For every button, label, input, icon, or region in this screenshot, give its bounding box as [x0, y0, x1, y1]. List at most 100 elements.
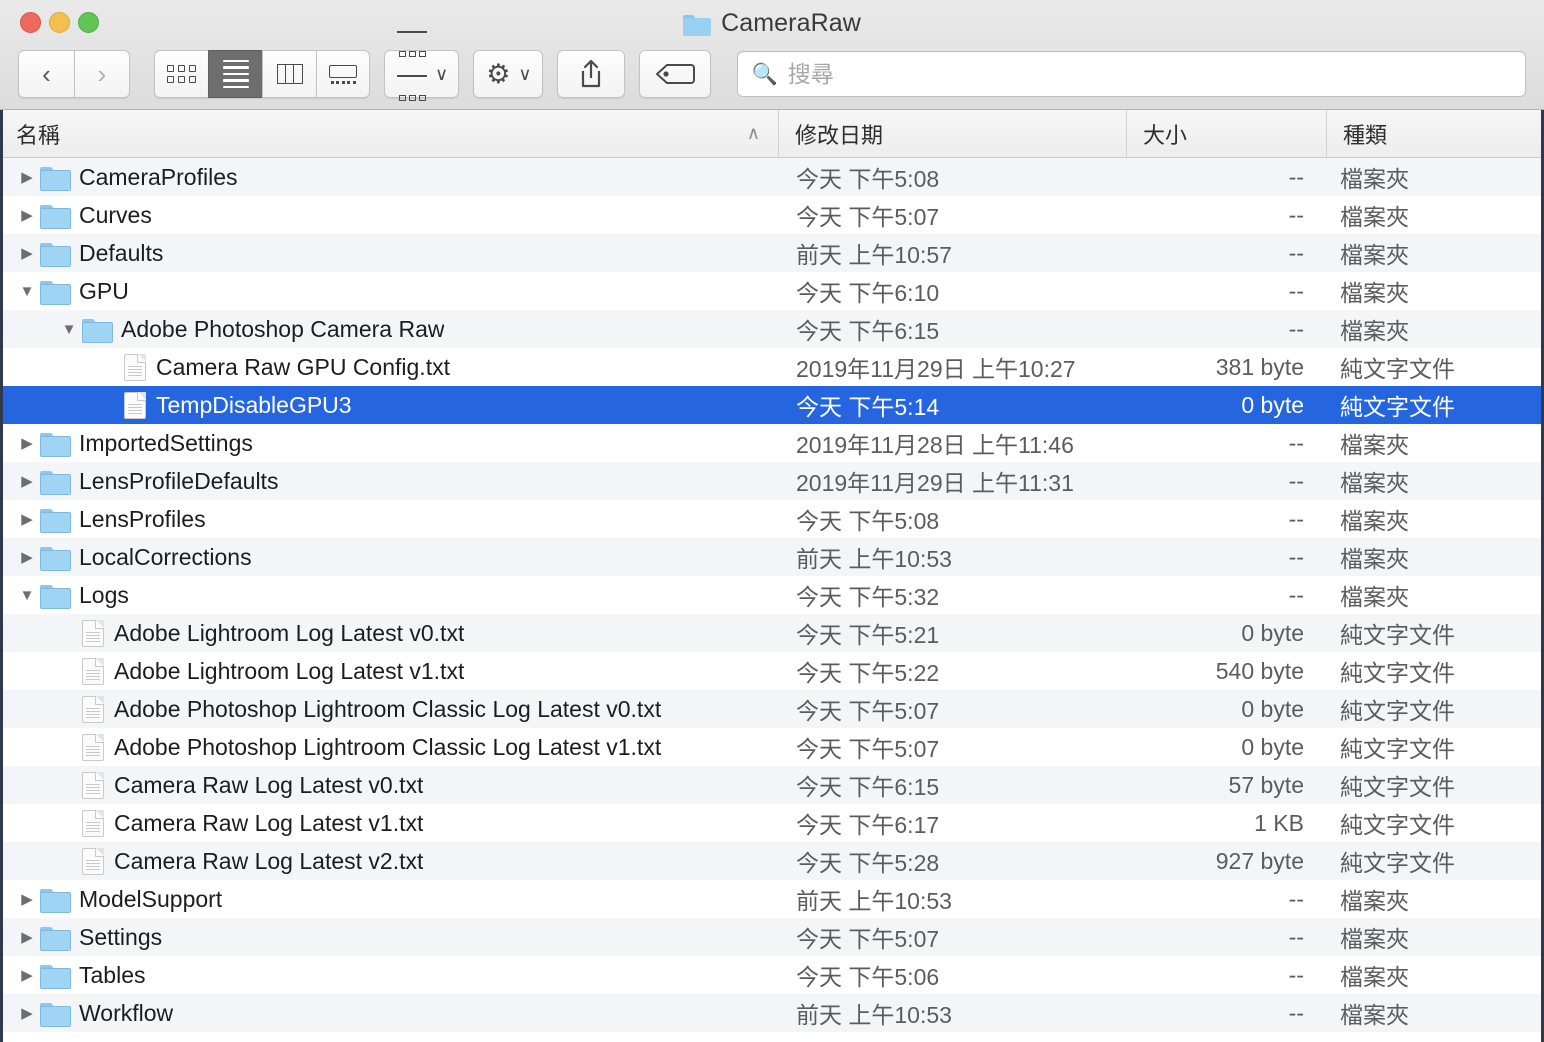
title-bar: CameraRaw ‹ › ∨ ⚙ ∨ 🔍 搜尋 — [0, 0, 1544, 110]
table-row[interactable]: ▶Camera Raw GPU Config.txt 2019年11月29日 上午… — [0, 348, 1544, 386]
table-row[interactable]: ▶ LocalCorrections 前天 上午10:53 -- 檔案夾 — [0, 538, 1544, 576]
file-name-cell[interactable]: ▶ Workflow — [0, 1000, 779, 1027]
file-date-cell: 今天 下午5:21 — [796, 622, 940, 648]
document-icon — [124, 353, 146, 381]
table-row[interactable]: ▶Camera Raw Log Latest v0.txt 今天 下午6:15 57… — [0, 766, 1544, 804]
window-left-border — [0, 110, 3, 1042]
file-name-cell[interactable]: ▶ CameraProfiles — [0, 164, 779, 191]
file-name-cell[interactable]: ▶ Defaults — [0, 240, 779, 267]
file-name-label: Adobe Photoshop Lightroom Classic Log La… — [114, 733, 662, 760]
disclosure-triangle-collapsed-icon[interactable]: ▶ — [14, 886, 40, 912]
table-row[interactable]: ▶Adobe Photoshop Lightroom Classic Log L… — [0, 728, 1544, 766]
arrange-button[interactable]: ∨ — [384, 31, 460, 101]
list-view-button[interactable] — [208, 50, 262, 98]
file-date-cell: 今天 下午5:22 — [796, 660, 940, 686]
action-menu-button[interactable]: ⚙ ∨ — [473, 50, 543, 98]
table-row[interactable]: ▶Adobe Photoshop Lightroom Classic Log L… — [0, 690, 1544, 728]
disclosure-triangle-collapsed-icon[interactable]: ▶ — [14, 506, 40, 532]
file-kind-cell: 檔案夾 — [1340, 204, 1409, 230]
disclosure-triangle-collapsed-icon[interactable]: ▶ — [14, 468, 40, 494]
file-list[interactable]: ▶ CameraProfiles 今天 下午5:08 -- 檔案夾 ▶ Curves 今天 下… — [0, 158, 1544, 1042]
view-mode-group — [154, 50, 370, 98]
forward-button[interactable]: › — [74, 50, 130, 98]
search-field[interactable]: 🔍 — [736, 51, 1526, 97]
file-name-cell[interactable]: ▶TempDisableGPU3 — [0, 391, 779, 419]
file-name-cell[interactable]: ▶ LensProfileDefaults — [0, 468, 779, 495]
table-row[interactable]: ▶ Curves 今天 下午5:07 -- 檔案夾 — [0, 196, 1544, 234]
tags-button[interactable] — [638, 50, 711, 98]
file-size-cell: 381 byte — [1215, 353, 1304, 380]
file-name-cell[interactable]: ▶Camera Raw GPU Config.txt — [0, 353, 779, 381]
file-name-label: Workflow — [79, 999, 174, 1026]
file-name-cell[interactable]: ▶Adobe Lightroom Log Latest v1.txt — [0, 657, 779, 685]
file-name-cell[interactable]: ▶ ModelSupport — [0, 886, 779, 913]
disclosure-triangle-collapsed-icon[interactable]: ▶ — [14, 430, 40, 456]
table-row[interactable]: ▶Camera Raw Log Latest v1.txt 今天 下午6:17 1 … — [0, 804, 1544, 842]
file-name-cell[interactable]: ▶ Curves — [0, 202, 779, 229]
table-row[interactable]: ▶ LensProfileDefaults 2019年11月29日 上午11:31 -… — [0, 462, 1544, 500]
table-row[interactable]: ▶ LensProfiles 今天 下午5:08 -- 檔案夾 — [0, 500, 1544, 538]
file-name-cell[interactable]: ▶ LocalCorrections — [0, 544, 779, 571]
column-header-kind[interactable]: 種類 — [1327, 110, 1544, 157]
file-name-label: Adobe Lightroom Log Latest v0.txt — [114, 619, 465, 646]
back-button[interactable]: ‹ — [18, 50, 74, 98]
file-name-cell[interactable]: ▶Adobe Photoshop Lightroom Classic Log L… — [0, 695, 779, 723]
table-row[interactable]: ▶Adobe Lightroom Log Latest v0.txt 今天 下午5… — [0, 614, 1544, 652]
file-date-cell: 今天 下午5:08 — [796, 508, 940, 534]
icon-view-button[interactable] — [154, 50, 208, 98]
file-name-label: LensProfileDefaults — [79, 467, 279, 494]
file-name-label: Camera Raw Log Latest v0.txt — [114, 771, 424, 798]
file-name-cell[interactable]: ▶Camera Raw Log Latest v2.txt — [0, 847, 779, 875]
disclosure-triangle-collapsed-icon[interactable]: ▶ — [14, 240, 40, 266]
column-header-name[interactable]: 名稱 ∧ — [0, 110, 779, 157]
folder-icon — [40, 584, 71, 609]
disclosure-triangle-collapsed-icon[interactable]: ▶ — [14, 924, 40, 950]
file-kind-cell: 檔案夾 — [1340, 888, 1409, 914]
file-name-cell[interactable]: ▶ Settings — [0, 924, 779, 951]
file-size-cell: -- — [1288, 999, 1304, 1026]
disclosure-triangle-collapsed-icon[interactable]: ▶ — [14, 202, 40, 228]
table-row[interactable]: ▼ Logs 今天 下午5:32 -- 檔案夾 — [0, 576, 1544, 614]
disclosure-triangle-collapsed-icon[interactable]: ▶ — [14, 1000, 40, 1026]
table-row[interactable]: ▼ GPU 今天 下午6:10 -- 檔案夾 — [0, 272, 1544, 310]
file-name-cell[interactable]: ▼ Logs — [0, 582, 779, 609]
column-header-date[interactable]: 修改日期 — [779, 110, 1127, 157]
share-button[interactable] — [556, 50, 625, 98]
file-name-cell[interactable]: ▼ Adobe Photoshop Camera Raw — [0, 316, 779, 343]
search-input[interactable] — [787, 60, 1511, 88]
file-name-cell[interactable]: ▶Adobe Lightroom Log Latest v0.txt — [0, 619, 779, 647]
disclosure-triangle-collapsed-icon[interactable]: ▶ — [14, 164, 40, 190]
disclosure-triangle-expanded-icon[interactable]: ▼ — [14, 278, 40, 304]
column-view-button[interactable] — [262, 50, 316, 98]
file-name-cell[interactable]: ▶ LensProfiles — [0, 506, 779, 533]
table-row[interactable]: ▶ ImportedSettings 2019年11月28日 上午11:46 -- 檔案… — [0, 424, 1544, 462]
disclosure-triangle-expanded-icon[interactable]: ▼ — [56, 316, 82, 342]
table-row[interactable]: ▶ Tables 今天 下午5:06 -- 檔案夾 — [0, 956, 1544, 994]
table-row[interactable]: ▶ Defaults 前天 上午10:57 -- 檔案夾 — [0, 234, 1544, 272]
file-name-cell[interactable]: ▼ GPU — [0, 278, 779, 305]
table-row[interactable]: ▶ Workflow 前天 上午10:53 -- 檔案夾 — [0, 994, 1544, 1032]
disclosure-triangle-collapsed-icon[interactable]: ▶ — [14, 544, 40, 570]
disclosure-triangle-collapsed-icon[interactable]: ▶ — [14, 962, 40, 988]
table-row[interactable]: ▶Adobe Lightroom Log Latest v1.txt 今天 下午5… — [0, 652, 1544, 690]
file-size-cell: 0 byte — [1241, 619, 1304, 646]
table-row[interactable]: ▶TempDisableGPU3 今天 下午5:14 0 byte 純文字文件 — [0, 386, 1544, 424]
file-size-cell: -- — [1288, 543, 1304, 570]
table-row[interactable]: ▶ CameraProfiles 今天 下午5:08 -- 檔案夾 — [0, 158, 1544, 196]
file-name-cell[interactable]: ▶ ImportedSettings — [0, 430, 779, 457]
file-name-cell[interactable]: ▶Camera Raw Log Latest v1.txt — [0, 809, 779, 837]
coverflow-view-button[interactable] — [316, 50, 370, 98]
table-row[interactable]: ▶ ModelSupport 前天 上午10:53 -- 檔案夾 — [0, 880, 1544, 918]
column-header-size[interactable]: 大小 — [1127, 110, 1327, 157]
file-name-cell[interactable]: ▶ Tables — [0, 962, 779, 989]
disclosure-triangle-expanded-icon[interactable]: ▼ — [14, 582, 40, 608]
file-size-cell: -- — [1288, 467, 1304, 494]
tag-icon — [655, 64, 695, 84]
file-name-label: ModelSupport — [79, 885, 223, 912]
columns-icon — [276, 64, 303, 84]
table-row[interactable]: ▶Camera Raw Log Latest v2.txt 今天 下午5:28 92… — [0, 842, 1544, 880]
table-row[interactable]: ▼ Adobe Photoshop Camera Raw 今天 下午6:15 -- 檔案… — [0, 310, 1544, 348]
table-row[interactable]: ▶ Settings 今天 下午5:07 -- 檔案夾 — [0, 918, 1544, 956]
file-name-cell[interactable]: ▶Camera Raw Log Latest v0.txt — [0, 771, 779, 799]
file-name-cell[interactable]: ▶Adobe Photoshop Lightroom Classic Log L… — [0, 733, 779, 761]
